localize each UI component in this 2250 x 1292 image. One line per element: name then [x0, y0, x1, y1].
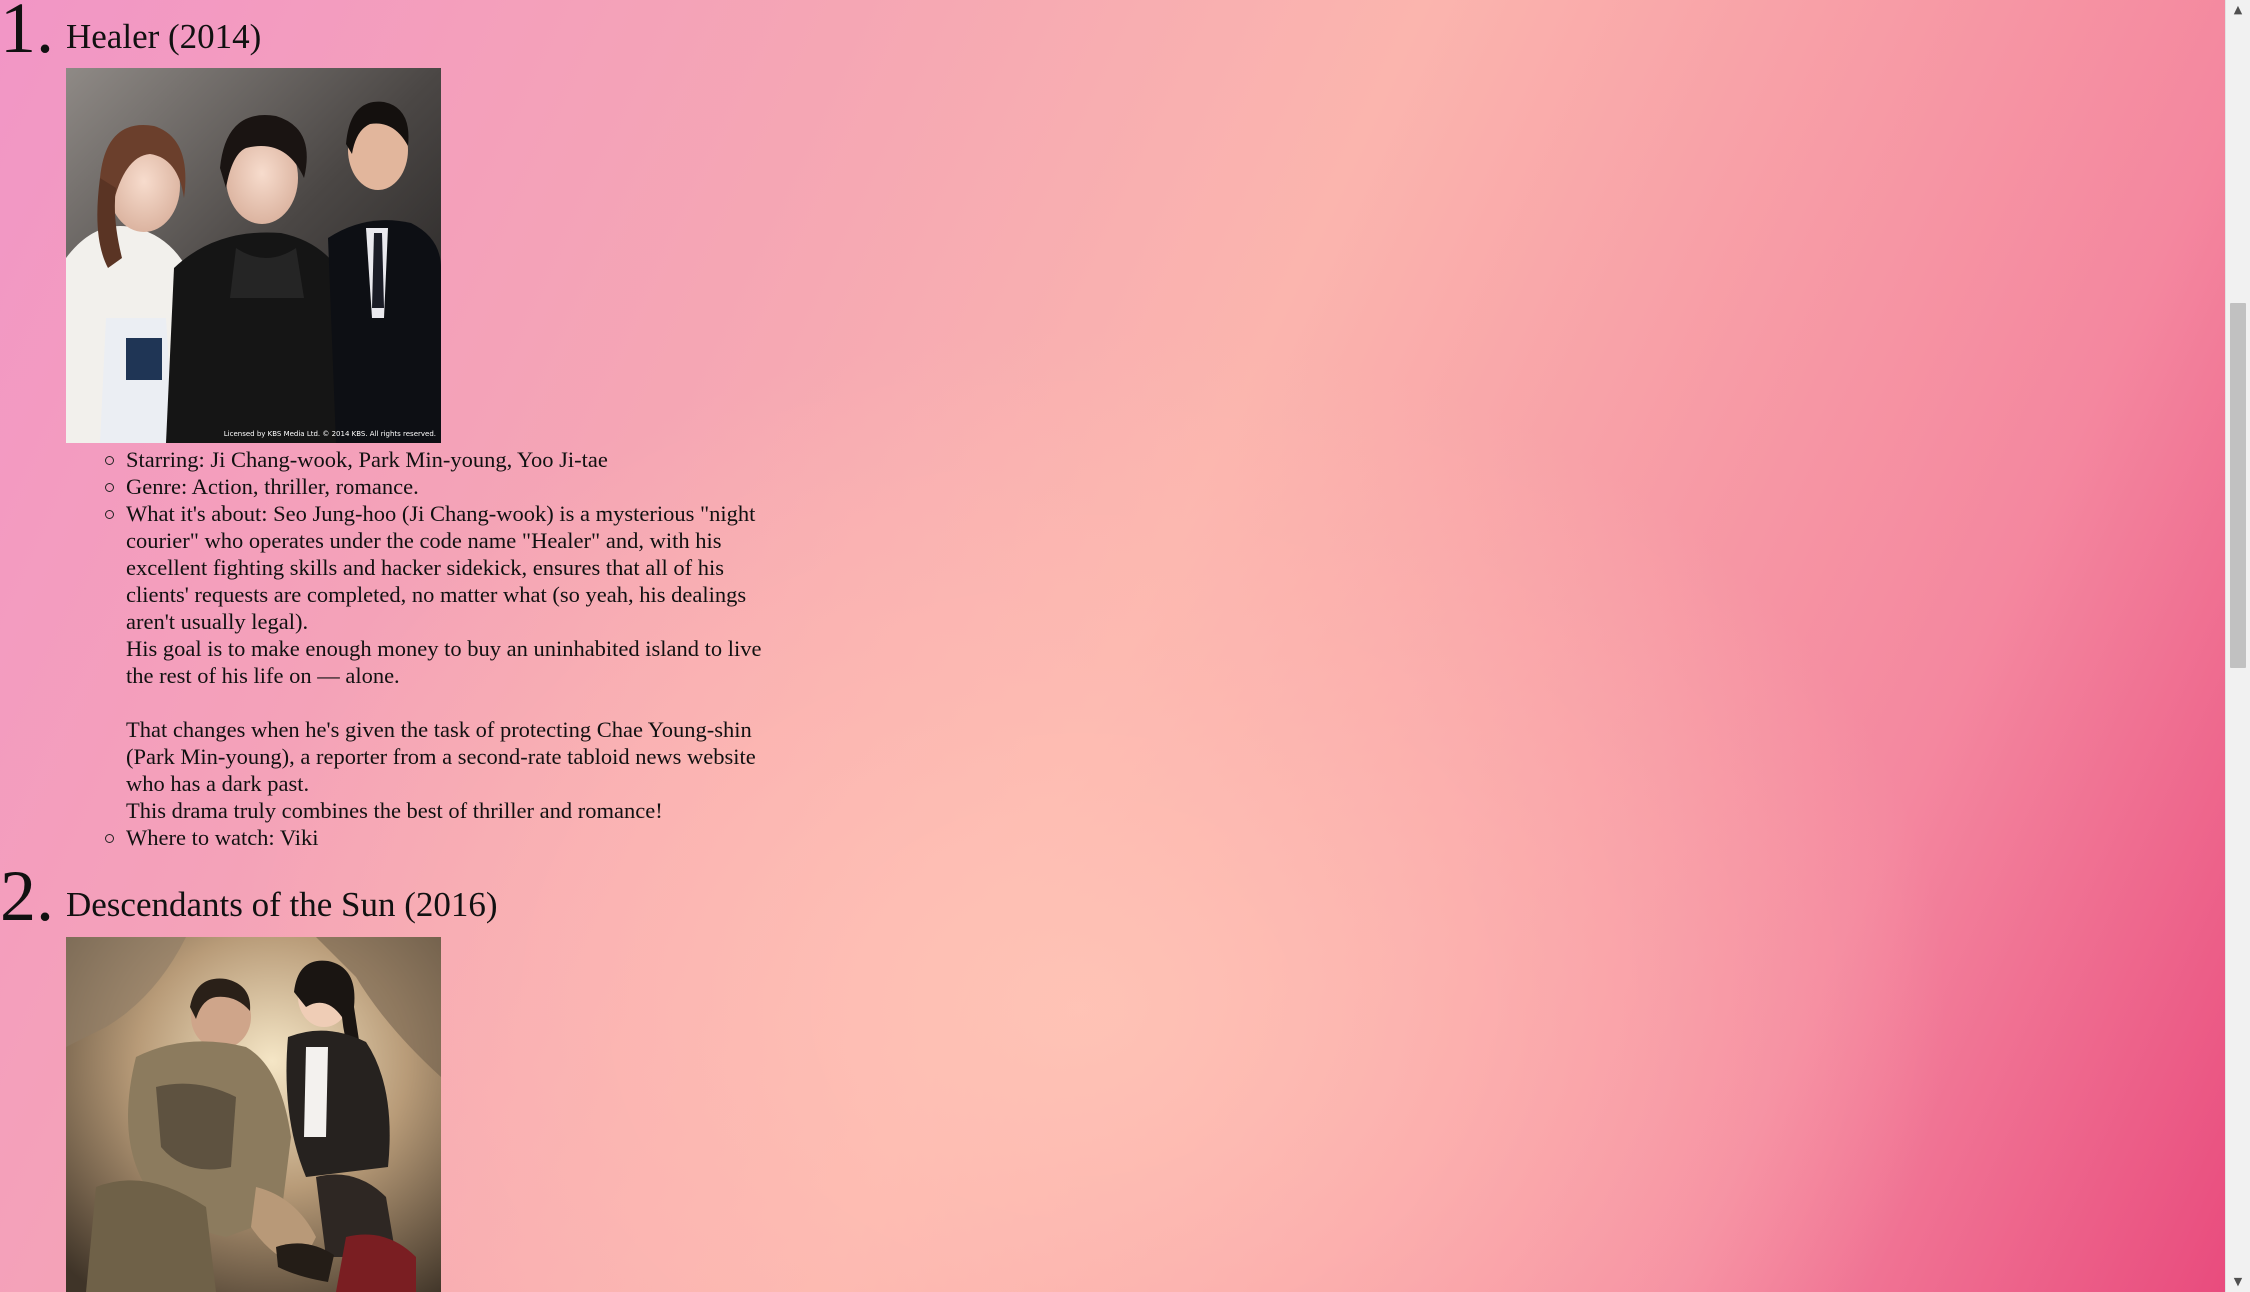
- about-paragraph-1: What it's about: Seo Jung-hoo (Ji Chang-…: [126, 501, 756, 634]
- about-paragraph-3: That changes when he's given the task of…: [126, 717, 756, 796]
- scroll-down-arrow-icon[interactable]: ▼: [2226, 1272, 2250, 1292]
- scroll-up-arrow-icon[interactable]: ▲: [2226, 0, 2250, 20]
- healer-poster-image: Licensed by KBS Media Ltd. © 2014 KBS. A…: [66, 68, 441, 443]
- vertical-scrollbar[interactable]: ▲ ▼: [2225, 0, 2250, 1292]
- where-to-watch-text: Where to watch: Viki: [126, 825, 319, 850]
- healer-details-list: Starring: Ji Chang-wook, Park Min-young,…: [105, 446, 766, 851]
- starring-text: Starring: Ji Chang-wook, Park Min-young,…: [126, 447, 608, 472]
- list-item-about: What it's about: Seo Jung-hoo (Ji Chang-…: [105, 500, 766, 824]
- list-item-where-to-watch: Where to watch: Viki: [105, 824, 766, 851]
- list-item-starring: Starring: Ji Chang-wook, Park Min-young,…: [105, 446, 766, 473]
- entry-number: 2.: [0, 856, 54, 936]
- descendants-of-the-sun-poster-image: [66, 937, 441, 1292]
- article-page: 1. Healer (2014) Licensed by KBS Media L…: [0, 0, 2226, 1292]
- poster-caption: Licensed by KBS Media Ltd. © 2014 KBS. A…: [224, 430, 436, 438]
- entry-title: Healer (2014): [66, 17, 262, 56]
- about-paragraph-2: His goal is to make enough money to buy …: [126, 636, 762, 688]
- entry-number: 1.: [0, 0, 54, 68]
- list-item-genre: Genre: Action, thriller, romance.: [105, 473, 766, 500]
- about-paragraph-4: This drama truly combines the best of th…: [126, 798, 663, 823]
- scrollbar-thumb[interactable]: [2230, 303, 2246, 668]
- genre-text: Genre: Action, thriller, romance.: [126, 474, 419, 499]
- entry-title: Descendants of the Sun (2016): [66, 885, 498, 924]
